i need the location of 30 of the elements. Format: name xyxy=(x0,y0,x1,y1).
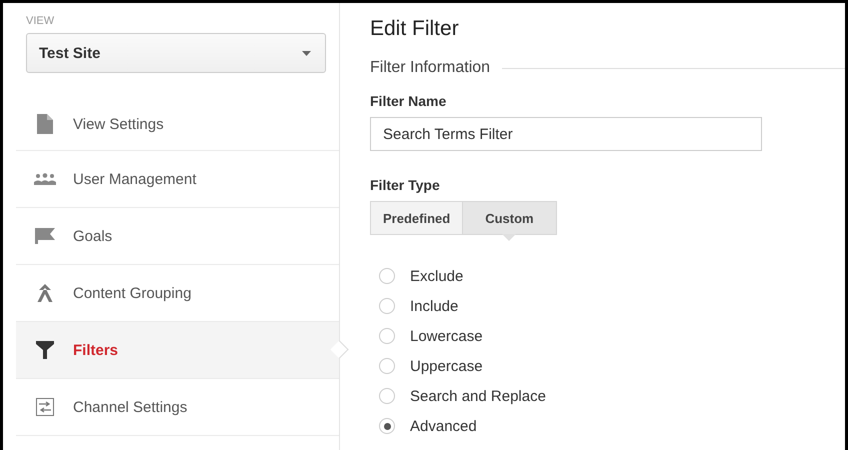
people-icon xyxy=(34,173,56,185)
field-label: Filter Name xyxy=(370,93,448,109)
tab-pointer-icon xyxy=(502,234,516,241)
field-label: Filter Type xyxy=(370,177,441,193)
radio-button[interactable] xyxy=(379,328,395,344)
document-icon xyxy=(36,114,52,134)
caret-icon xyxy=(302,50,311,56)
filter-name-field[interactable]: Search Terms Filter xyxy=(370,117,762,151)
filter-type-tab[interactable]: Predefined xyxy=(370,201,464,235)
sidebar-item[interactable]: Goals xyxy=(16,208,339,265)
radio-label: Advanced xyxy=(410,418,477,434)
radio-button[interactable] xyxy=(379,298,395,314)
sidebar-item[interactable]: User Management xyxy=(16,151,339,208)
view-select[interactable]: Test Site xyxy=(26,33,326,73)
radio-button[interactable] xyxy=(379,418,395,434)
radio-button[interactable] xyxy=(379,268,395,284)
funnel-icon xyxy=(36,341,54,359)
radio-label: Search and Replace xyxy=(410,388,546,404)
sidebar-item[interactable]: Channel Settings xyxy=(16,379,339,436)
radio-label: Exclude xyxy=(410,268,464,284)
flag-icon xyxy=(34,228,54,244)
radio-button[interactable] xyxy=(379,388,395,404)
page-title: Edit Filter xyxy=(370,17,460,41)
sidebar-item[interactable]: View Settings xyxy=(16,98,339,151)
radio-label: Lowercase xyxy=(410,328,483,344)
radio-label: Include xyxy=(410,298,458,314)
radio-button[interactable] xyxy=(379,358,395,374)
section-heading: Filter Information xyxy=(370,59,490,77)
view-label: VIEW xyxy=(26,15,56,27)
radio-label: Uppercase xyxy=(410,358,483,374)
